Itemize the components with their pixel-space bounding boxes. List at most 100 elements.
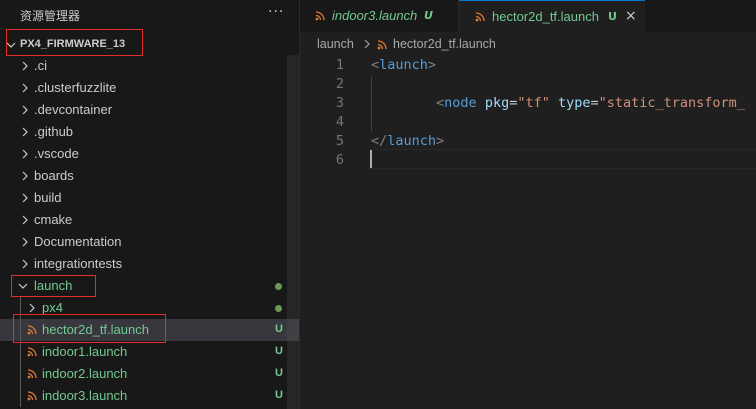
- tab-indoor3-launch[interactable]: indoor3.launch U: [300, 0, 459, 32]
- close-icon[interactable]: ×: [625, 8, 637, 24]
- breadcrumb-folder[interactable]: launch: [317, 37, 354, 51]
- rss-icon: [475, 12, 485, 22]
- tab-hector2d-tf-launch[interactable]: hector2d_tf.launch U ×: [459, 0, 645, 32]
- line-number: 2: [335, 76, 344, 92]
- untracked-badge: U: [608, 10, 617, 23]
- file-label: indoor2.launch: [42, 366, 128, 381]
- chevron-right-icon: [22, 237, 28, 247]
- token: "static_transform_: [598, 95, 745, 111]
- token: =: [590, 95, 599, 111]
- file-hector2d-tf-launch[interactable]: hector2d_tf.launch U: [0, 319, 299, 341]
- chevron-right-icon: [22, 83, 28, 93]
- folder-px4[interactable]: px4: [0, 297, 299, 319]
- folder-label: .devcontainer: [34, 102, 113, 117]
- folder-boards[interactable]: boards: [0, 165, 299, 187]
- token: </: [371, 133, 388, 149]
- line-number: 6: [335, 152, 344, 168]
- rss-icon: [27, 369, 37, 379]
- token: "tf": [517, 95, 550, 111]
- folder-label: .vscode: [34, 146, 79, 161]
- file-indoor2-launch[interactable]: indoor2.launch U: [0, 363, 299, 385]
- token: launch: [379, 57, 428, 73]
- folder-label: boards: [34, 168, 74, 183]
- folder-label: Documentation: [34, 234, 122, 249]
- folder-label: integrationtests: [34, 256, 123, 271]
- rss-icon: [27, 347, 37, 357]
- folder-label: ​.ci: [34, 58, 47, 73]
- project-root[interactable]: PX4_FIRMWARE_13: [0, 34, 299, 56]
- folder-github[interactable]: .github: [0, 121, 299, 143]
- rss-icon: [27, 391, 37, 401]
- sidebar-scrollbar[interactable]: [287, 55, 299, 409]
- folder-label: cmake: [34, 212, 73, 227]
- ellipsis-icon[interactable]: ···: [268, 4, 284, 20]
- chevron-right-icon: [22, 105, 28, 115]
- explorer-header: 资源管理器 ···: [0, 0, 299, 30]
- folder-ci[interactable]: ​.ci: [0, 55, 299, 77]
- project-name: PX4_FIRMWARE_13: [20, 38, 126, 50]
- text-cursor: [370, 150, 372, 168]
- code-editor[interactable]: 1 2 3 4 5 6 <launch> <node pkg="tf" type…: [300, 55, 756, 409]
- indent-guide: [20, 297, 21, 319]
- folder-devcontainer[interactable]: .devcontainer: [0, 99, 299, 121]
- chevron-right-icon: [22, 193, 28, 203]
- line-number: 5: [335, 133, 344, 149]
- folder-integrationtests[interactable]: integrationtests: [0, 253, 299, 275]
- indent-guide: [20, 319, 21, 341]
- chevron-right-icon: [22, 171, 28, 181]
- line-number: 4: [335, 114, 344, 130]
- chevron-right-icon: [364, 39, 370, 49]
- explorer-title: 资源管理器: [20, 9, 81, 23]
- file-indoor1-launch[interactable]: indoor1.launch U: [0, 341, 299, 363]
- chevron-right-icon: [22, 61, 28, 71]
- token: <: [436, 95, 445, 111]
- file-label: hector2d_tf.launch: [42, 322, 149, 337]
- token: <: [371, 57, 380, 73]
- tab-label: indoor3.launch: [332, 8, 418, 23]
- folder-clusterfuzzlite[interactable]: .clusterfuzzlite: [0, 77, 299, 99]
- code-line-5: </launch>: [371, 133, 444, 149]
- code-line-1: <launch>: [371, 57, 436, 73]
- file-label: indoor1.launch: [42, 344, 128, 359]
- file-indoor3-launch[interactable]: indoor3.launch U: [0, 385, 299, 407]
- chevron-right-icon: [22, 149, 28, 159]
- token: type: [549, 95, 591, 111]
- chevron-right-icon: [22, 259, 28, 269]
- folder-documentation[interactable]: Documentation: [0, 231, 299, 253]
- breadcrumb-file[interactable]: hector2d_tf.launch: [393, 37, 496, 51]
- line-number: 3: [335, 95, 344, 111]
- token: launch: [387, 133, 437, 149]
- scroll-thumb[interactable]: [287, 55, 299, 409]
- folder-cmake[interactable]: cmake: [0, 209, 299, 231]
- editor-area: indoor3.launch U hector2d_tf.launch U × …: [299, 0, 756, 409]
- rss-icon: [377, 40, 387, 50]
- folder-launch[interactable]: launch: [0, 275, 299, 297]
- chevron-right-icon: [22, 215, 28, 225]
- line-number: 1: [335, 57, 344, 73]
- indent-guide: [20, 363, 21, 385]
- rss-icon: [27, 325, 37, 335]
- token: node: [444, 95, 477, 111]
- folder-label: .github: [34, 124, 74, 139]
- folder-label: px4: [42, 300, 63, 315]
- indent-guide: [20, 385, 21, 407]
- folder-label: build: [34, 190, 62, 205]
- chevron-down-icon: [18, 283, 28, 289]
- file-label: indoor3.launch: [42, 388, 128, 403]
- current-line-highlight: [370, 149, 756, 169]
- explorer-sidebar: 资源管理器 ··· PX4_FIRMWARE_13 ​.ci .clusterf…: [0, 0, 299, 409]
- rss-icon: [315, 11, 325, 21]
- tab-label: hector2d_tf.launch: [492, 9, 599, 24]
- untracked-badge: U: [275, 345, 283, 357]
- folder-build[interactable]: build: [0, 187, 299, 209]
- untracked-badge: U: [424, 9, 433, 22]
- modified-dot: [275, 283, 282, 290]
- untracked-badge: U: [275, 389, 283, 401]
- folder-vscode[interactable]: .vscode: [0, 143, 299, 165]
- untracked-badge: U: [275, 367, 283, 379]
- chevron-right-icon: [29, 303, 35, 313]
- code-line-3: <node pkg="tf" type="static_transform_: [371, 95, 745, 111]
- tab-bar: indoor3.launch U hector2d_tf.launch U ×: [300, 0, 756, 32]
- chevron-right-icon: [22, 127, 28, 137]
